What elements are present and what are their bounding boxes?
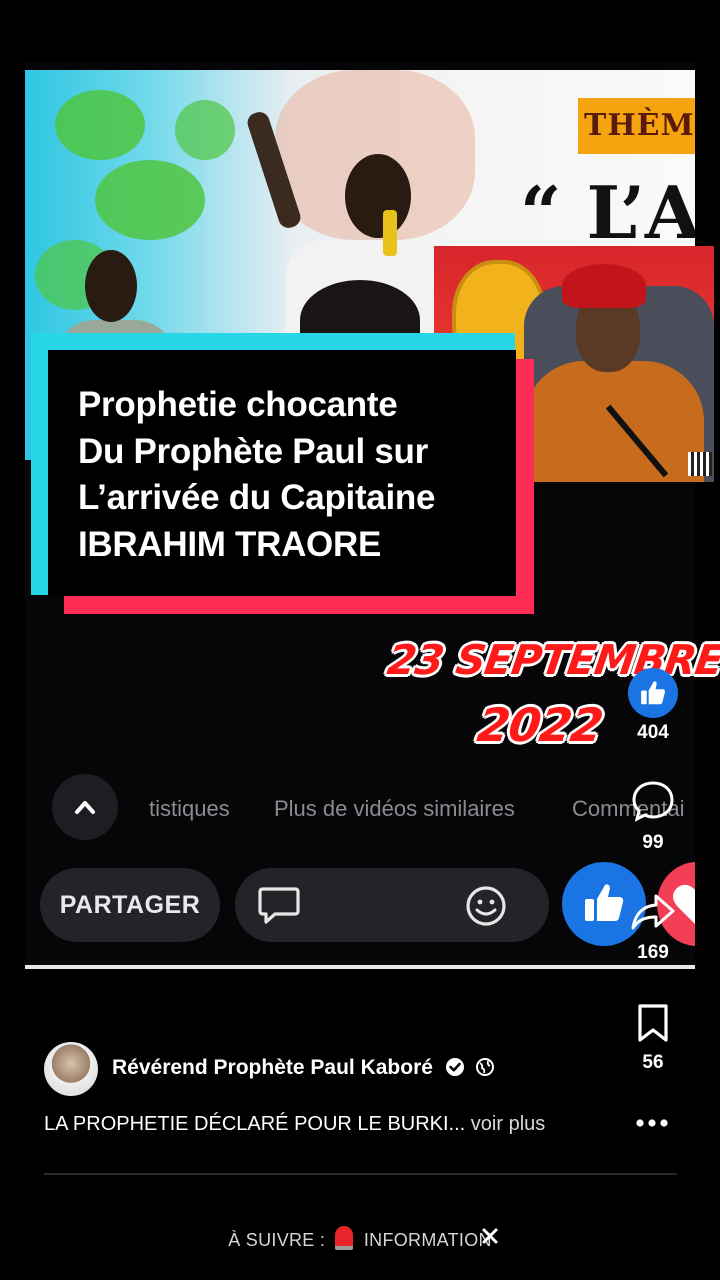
siren-icon [334,1226,353,1250]
banner-quote-text: “ L’A [520,170,695,255]
like-button[interactable] [628,668,678,718]
headline-line-2: Du Prophète Paul sur [78,431,428,471]
more-icon[interactable] [633,1108,671,1138]
close-icon[interactable] [480,1226,500,1246]
share-icon[interactable] [630,892,676,932]
divider [44,1173,677,1175]
comment-icon [258,887,300,924]
share-count: 169 [637,942,669,963]
collapse-button[interactable] [52,774,118,840]
headline-line-3: L’arrivée du Capitaine [78,478,436,517]
up-next-title: INFORMATION [363,1230,492,1250]
author-name: Révérend Prophète Paul Kaboré [112,1056,433,1079]
author-row[interactable]: Révérend Prophète Paul Kaboré [112,1056,495,1080]
bookmark-icon[interactable] [636,1002,670,1044]
theme-badge: THÈMI [578,98,695,154]
caption-text: LA PROPHETIE DÉCLARÉ POUR LE BURKI... [44,1113,466,1135]
avatar[interactable] [44,1042,98,1096]
share-button[interactable]: PARTAGER [40,868,220,942]
emoji-icon[interactable] [465,885,507,927]
up-next-prefix: À SUIVRE : [228,1230,326,1250]
see-more-link[interactable]: voir plus [471,1113,545,1135]
save-count: 56 [642,1052,664,1073]
like-count: 404 [637,722,669,743]
comment-icon[interactable] [630,778,676,824]
globe-icon [475,1058,494,1076]
comment-input[interactable] [235,868,549,942]
chevron-up-icon [75,801,95,814]
thumbs-up-icon [641,681,665,705]
up-next-bar[interactable]: À SUIVRE : INFORMATION [0,1226,720,1251]
verified-icon [445,1058,464,1076]
headline-text: Prophetie chocante Du Prophète Paul sur … [78,382,508,568]
tab-similar-videos[interactable]: Plus de vidéos similaires [274,796,515,822]
thumbs-up-icon [585,884,624,921]
headline-line-1: Prophetie chocante [78,385,398,424]
tab-statistics[interactable]: tistiques [149,796,230,822]
post-caption[interactable]: LA PROPHETIE DÉCLARÉ POUR LE BURKI... vo… [44,1113,545,1136]
date-stamp-line-2: 2022 [474,698,606,752]
comment-count: 99 [642,832,664,853]
headline-line-4: IBRAHIM TRAORE [78,524,382,564]
